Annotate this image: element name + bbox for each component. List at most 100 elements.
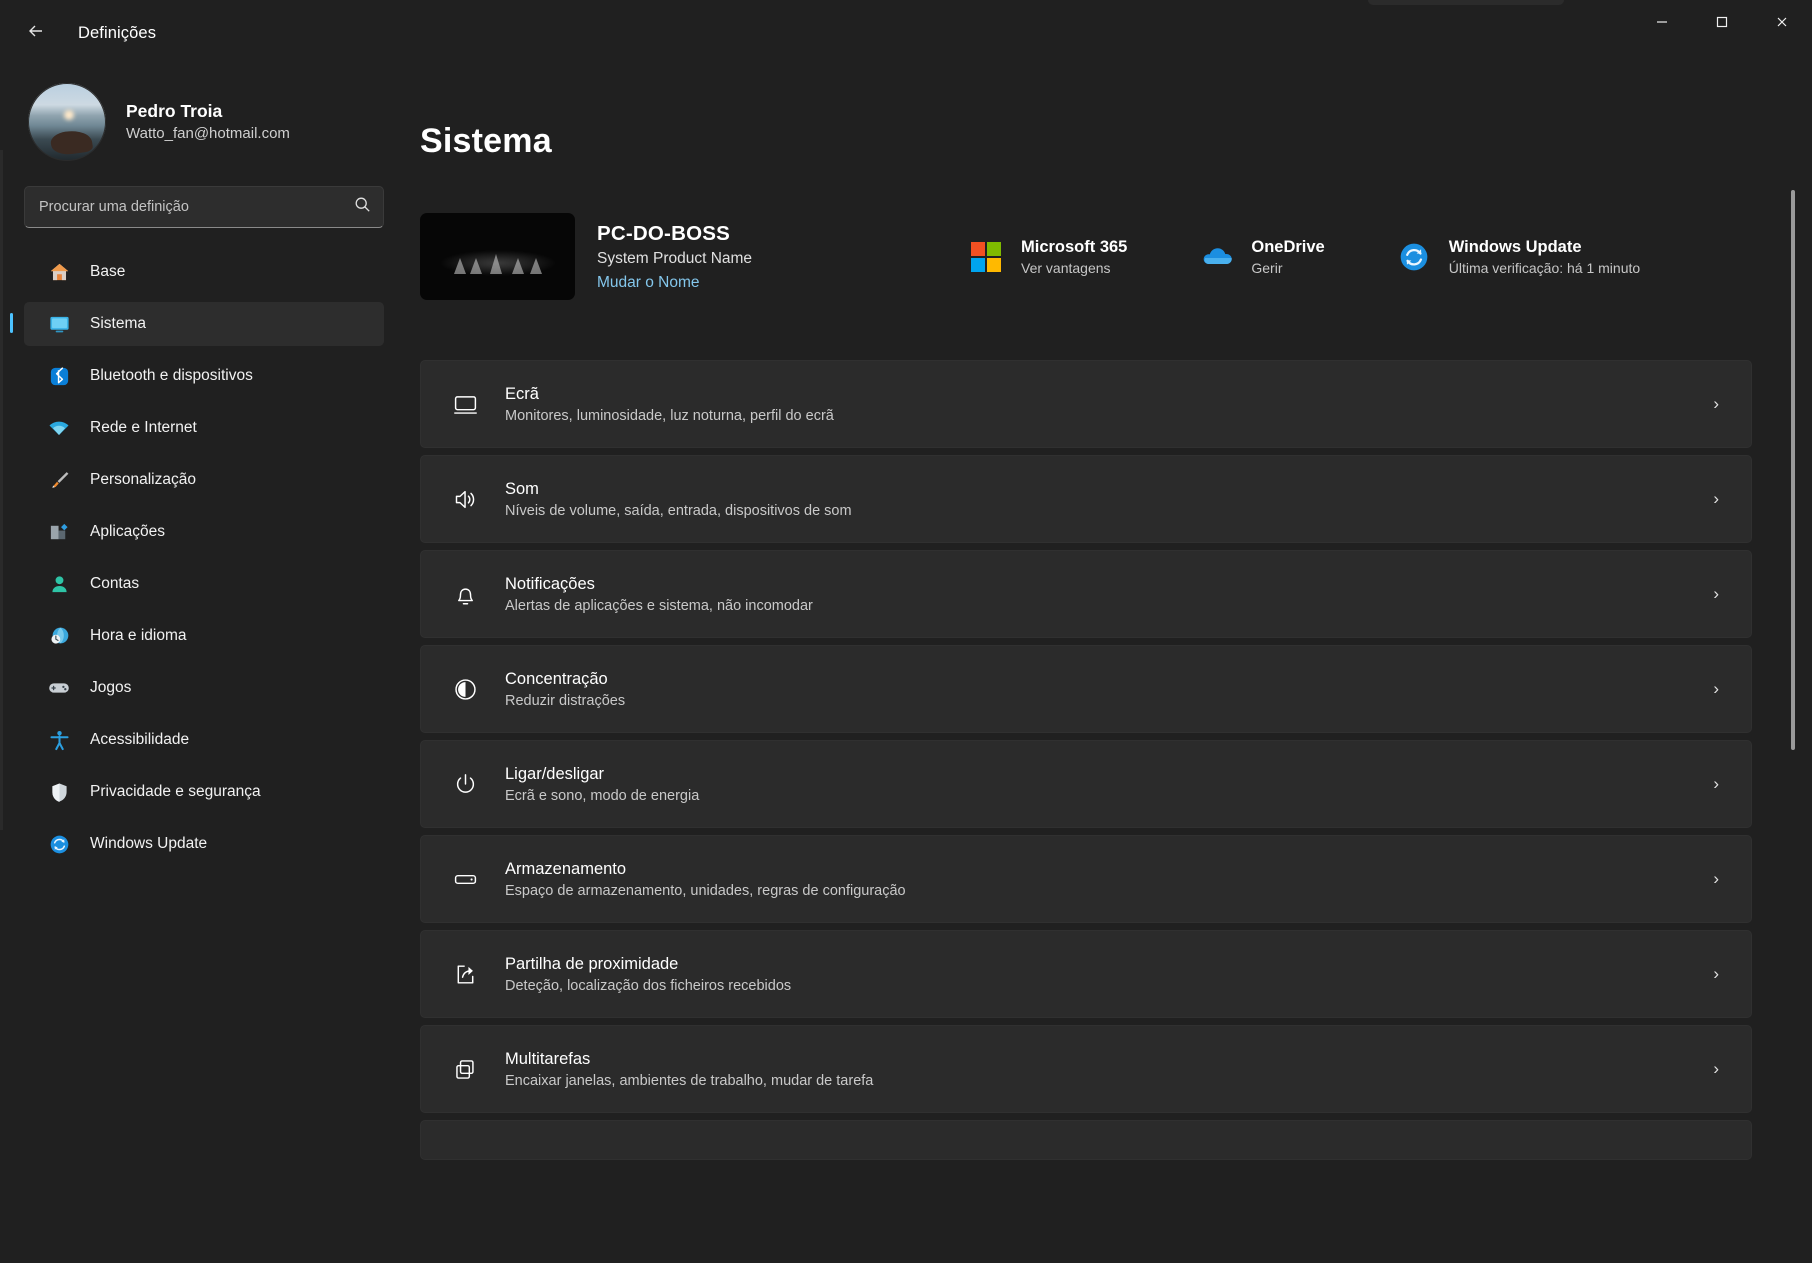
power-icon	[443, 771, 487, 798]
wifi-icon	[46, 415, 72, 441]
sidebar-item-aplicacoes[interactable]: Aplicações	[24, 510, 384, 554]
sidebar-item-label: Jogos	[90, 679, 131, 697]
bluetooth-icon	[46, 363, 72, 389]
sidebar-item-privacidade[interactable]: Privacidade e segurança	[24, 770, 384, 814]
caption-buttons	[1632, 0, 1812, 48]
sidebar-item-hora-idioma[interactable]: Hora e idioma	[24, 614, 384, 658]
focus-icon	[443, 676, 487, 703]
settings-card-partial[interactable]	[420, 1120, 1752, 1160]
shield-icon	[46, 779, 72, 805]
display-icon	[443, 391, 487, 418]
sidebar-item-label: Bluetooth e dispositivos	[90, 367, 253, 385]
back-arrow-icon	[26, 21, 46, 46]
sidebar-item-label: Rede e Internet	[90, 419, 197, 437]
minimize-button[interactable]	[1632, 0, 1692, 48]
search-input[interactable]	[39, 199, 354, 215]
card-title: Partilha de proximidade	[505, 955, 1713, 974]
chevron-right-icon: ›	[1713, 1059, 1719, 1079]
update-icon	[46, 831, 72, 857]
settings-card-list: Ecrã Monitores, luminosidade, luz noturn…	[420, 360, 1752, 1160]
chevron-right-icon: ›	[1713, 964, 1719, 984]
user-profile[interactable]: Pedro Troia Watto_fan@hotmail.com	[0, 66, 420, 166]
quick-link-onedrive[interactable]: OneDrive Gerir	[1197, 238, 1324, 276]
card-title: Ligar/desligar	[505, 765, 1713, 784]
tab-stub	[1368, 0, 1564, 5]
sidebar-item-bluetooth[interactable]: Bluetooth e dispositivos	[24, 354, 384, 398]
back-button[interactable]	[14, 15, 58, 51]
settings-card-som[interactable]: Som Níveis de volume, saída, entrada, di…	[420, 455, 1752, 543]
quick-link-subtitle: Última verificação: há 1 minuto	[1449, 260, 1640, 276]
title-bar: Definições	[0, 0, 1812, 66]
bell-icon	[443, 581, 487, 608]
sidebar-item-label: Acessibilidade	[90, 731, 189, 749]
settings-card-concentracao[interactable]: Concentração Reduzir distrações ›	[420, 645, 1752, 733]
accessibility-icon	[46, 727, 72, 753]
sidebar-edge	[0, 150, 3, 830]
close-icon	[1775, 15, 1789, 34]
sidebar-item-rede[interactable]: Rede e Internet	[24, 406, 384, 450]
sidebar-item-windows-update[interactable]: Windows Update	[24, 822, 384, 866]
sidebar-item-label: Personalização	[90, 471, 196, 489]
sidebar-item-label: Privacidade e segurança	[90, 783, 261, 801]
card-title: Notificações	[505, 575, 1713, 594]
close-button[interactable]	[1752, 0, 1812, 48]
update-icon	[1395, 238, 1433, 276]
quick-link-windows-update[interactable]: Windows Update Última verificação: há 1 …	[1395, 238, 1640, 276]
card-subtitle: Monitores, luminosidade, luz noturna, pe…	[505, 408, 1713, 424]
search-box[interactable]	[24, 186, 384, 228]
gamepad-icon	[46, 675, 72, 701]
sidebar-nav: Base Sistema	[0, 250, 420, 874]
card-title: Armazenamento	[505, 860, 1713, 879]
profile-email: Watto_fan@hotmail.com	[126, 124, 290, 144]
quick-link-subtitle: Ver vantagens	[1021, 260, 1127, 276]
card-subtitle: Deteção, localização dos ficheiros receb…	[505, 978, 1713, 994]
quick-link-title: Windows Update	[1449, 238, 1640, 257]
maximize-icon	[1715, 15, 1729, 34]
home-icon	[46, 259, 72, 285]
sidebar-item-label: Sistema	[90, 315, 146, 333]
settings-card-multitarefas[interactable]: Multitarefas Encaixar janelas, ambientes…	[420, 1025, 1752, 1113]
quick-link-title: OneDrive	[1251, 238, 1324, 257]
main-scrollbar[interactable]	[1790, 110, 1796, 1210]
card-subtitle: Níveis de volume, saída, entrada, dispos…	[505, 503, 1713, 519]
main-content: Sistema PC-DO-BOSS System Product Name M…	[420, 66, 1812, 1263]
card-title: Concentração	[505, 670, 1713, 689]
sidebar-item-acessibilidade[interactable]: Acessibilidade	[24, 718, 384, 762]
settings-card-notificacoes[interactable]: Notificações Alertas de aplicações e sis…	[420, 550, 1752, 638]
sidebar-item-base[interactable]: Base	[24, 250, 384, 294]
sidebar-item-label: Aplicações	[90, 523, 165, 541]
card-subtitle: Encaixar janelas, ambientes de trabalho,…	[505, 1073, 1713, 1089]
chevron-right-icon: ›	[1713, 394, 1719, 414]
chevron-right-icon: ›	[1713, 489, 1719, 509]
chevron-right-icon: ›	[1713, 679, 1719, 699]
minimize-icon	[1655, 15, 1669, 34]
card-title: Ecrã	[505, 385, 1713, 404]
settings-card-ligar-desligar[interactable]: Ligar/desligar Ecrã e sono, modo de ener…	[420, 740, 1752, 828]
sidebar-item-contas[interactable]: Contas	[24, 562, 384, 606]
sidebar: Pedro Troia Watto_fan@hotmail.com	[0, 66, 420, 1263]
settings-card-ecra[interactable]: Ecrã Monitores, luminosidade, luz noturn…	[420, 360, 1752, 448]
monitor-icon	[46, 311, 72, 337]
device-summary: PC-DO-BOSS System Product Name Mudar o N…	[420, 213, 1752, 300]
apps-icon	[46, 519, 72, 545]
quick-link-microsoft-365[interactable]: Microsoft 365 Ver vantagens	[967, 238, 1127, 276]
quick-link-subtitle: Gerir	[1251, 260, 1324, 276]
microsoft-logo-icon	[967, 238, 1005, 276]
scrollbar-thumb[interactable]	[1791, 190, 1795, 750]
search-icon	[354, 196, 371, 218]
settings-card-partilha-proximidade[interactable]: Partilha de proximidade Deteção, localiz…	[420, 930, 1752, 1018]
card-subtitle: Reduzir distrações	[505, 693, 1713, 709]
maximize-button[interactable]	[1692, 0, 1752, 48]
rename-device-link[interactable]: Mudar o Nome	[597, 274, 700, 292]
speaker-icon	[443, 486, 487, 513]
desktop-wallpaper-thumbnail	[420, 213, 575, 300]
sidebar-item-jogos[interactable]: Jogos	[24, 666, 384, 710]
quick-links: Microsoft 365 Ver vantagens	[967, 238, 1640, 276]
chevron-right-icon: ›	[1713, 584, 1719, 604]
sidebar-item-sistema[interactable]: Sistema	[24, 302, 384, 346]
sidebar-item-label: Base	[90, 263, 125, 281]
storage-icon	[443, 866, 487, 893]
sidebar-item-label: Windows Update	[90, 835, 207, 853]
settings-card-armazenamento[interactable]: Armazenamento Espaço de armazenamento, u…	[420, 835, 1752, 923]
sidebar-item-personalizacao[interactable]: Personalização	[24, 458, 384, 502]
